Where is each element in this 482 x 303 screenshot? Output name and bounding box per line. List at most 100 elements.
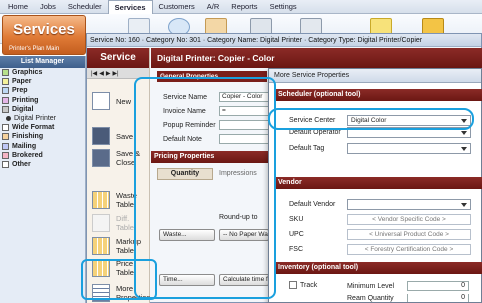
service-name-label: Service Name bbox=[163, 93, 207, 101]
first-record-icon[interactable]: |◀ bbox=[91, 70, 97, 77]
list-item[interactable]: Finishing bbox=[0, 132, 85, 141]
default-note-label: Default Note bbox=[163, 135, 202, 143]
track-row: Track bbox=[289, 281, 317, 289]
menu-jobs[interactable]: Jobs bbox=[34, 0, 62, 13]
menu-services[interactable]: Services bbox=[107, 0, 153, 14]
default-tag-dropdown[interactable] bbox=[347, 143, 471, 154]
list-item[interactable]: Printing bbox=[0, 96, 85, 105]
list-item-label: Finishing bbox=[12, 133, 44, 141]
table-icon bbox=[92, 191, 110, 209]
category-color-swatch bbox=[2, 133, 9, 141]
menu-scheduler[interactable]: Scheduler bbox=[62, 0, 108, 13]
waste-select[interactable]: -- No Paper Waste bbox=[219, 229, 269, 241]
scheduler-section-header: Scheduler (optional tool) bbox=[274, 89, 482, 101]
list-item-label: Brokered bbox=[12, 151, 43, 159]
category-color-swatch bbox=[2, 142, 9, 150]
save-close-label: Save & Close bbox=[116, 149, 141, 167]
service-detail-title: Digital Printer: Copier - Color bbox=[151, 48, 482, 68]
service-window-title: Service No: 160 · Category No: 301 · Cat… bbox=[87, 34, 481, 47]
chevron-down-icon bbox=[461, 147, 467, 151]
price-table-button[interactable]: Price Table bbox=[92, 259, 149, 277]
time-button[interactable]: Time... bbox=[159, 274, 215, 286]
list-item[interactable]: Paper bbox=[0, 77, 85, 86]
service-center-label: Service Center bbox=[289, 117, 336, 124]
category-color-swatch bbox=[2, 124, 9, 132]
list-item[interactable]: Prep bbox=[0, 86, 85, 95]
more-service-properties-dialog: More Service Properties Scheduler (optio… bbox=[268, 68, 482, 303]
upc-input[interactable]: < Universal Product Code > bbox=[347, 229, 471, 240]
new-button[interactable]: New bbox=[92, 92, 131, 110]
category-color-swatch bbox=[2, 87, 9, 95]
menu-ar[interactable]: A/R bbox=[201, 0, 226, 13]
service-center-dropdown[interactable]: Digital Color bbox=[347, 115, 471, 126]
service-center-value: Digital Color bbox=[351, 117, 387, 124]
sku-input[interactable]: < Vendor Specific Code > bbox=[347, 214, 471, 225]
list-item[interactable]: Digital bbox=[0, 105, 85, 114]
default-operator-label: Default Operator bbox=[289, 129, 341, 136]
popup-reminder-label: Popup Reminder bbox=[163, 121, 216, 129]
list-item[interactable]: Mailing bbox=[0, 142, 85, 151]
record-navigator: |◀ ◀ ▶ ▶| bbox=[87, 68, 149, 79]
bullet-icon bbox=[6, 116, 11, 122]
list-item[interactable]: Brokered bbox=[0, 151, 85, 160]
fsc-label: FSC bbox=[289, 246, 303, 253]
quantity-tab[interactable]: Quantity bbox=[157, 168, 213, 180]
default-tag-row: Default Tag bbox=[289, 143, 471, 154]
time-select[interactable]: Calculate time fro bbox=[219, 274, 269, 286]
fsc-row: FSC < Forestry Certification Code > bbox=[289, 244, 471, 255]
save-close-button[interactable]: Save & Close bbox=[92, 149, 150, 167]
category-color-swatch bbox=[2, 78, 9, 86]
markup-table-button[interactable]: Markup Table bbox=[92, 237, 149, 255]
default-operator-row: Default Operator bbox=[289, 127, 471, 138]
category-color-swatch bbox=[2, 96, 9, 104]
track-checkbox[interactable] bbox=[289, 281, 297, 289]
upc-row: UPC < Universal Product Code > bbox=[289, 229, 471, 240]
save-button-label: Save bbox=[116, 131, 134, 141]
minimum-level-input[interactable]: 0 bbox=[407, 281, 469, 291]
list-item-label: Paper bbox=[12, 78, 32, 86]
list-item[interactable]: Other bbox=[0, 160, 85, 169]
dialog-title: More Service Properties bbox=[269, 69, 481, 83]
ream-quantity-input[interactable]: 0 bbox=[407, 294, 469, 302]
menu-settings[interactable]: Settings bbox=[264, 0, 303, 13]
last-record-icon[interactable]: ▶| bbox=[112, 70, 118, 77]
chevron-down-icon bbox=[461, 131, 467, 135]
prev-record-icon[interactable]: ◀ bbox=[99, 70, 104, 77]
waste-button[interactable]: Waste... bbox=[159, 229, 215, 241]
properties-list-icon bbox=[92, 284, 110, 302]
default-operator-dropdown[interactable] bbox=[347, 127, 471, 138]
inventory-section-header: Inventory (optional tool) bbox=[274, 262, 482, 274]
menu-reports[interactable]: Reports bbox=[225, 0, 263, 13]
new-document-icon bbox=[92, 92, 110, 110]
list-subitem[interactable]: Digital Printer bbox=[0, 114, 85, 123]
waste-table-button[interactable]: Waste Table bbox=[92, 191, 149, 209]
table-icon bbox=[92, 214, 110, 232]
list-manager-title: List Manager bbox=[0, 56, 85, 68]
minimum-level-row: Minimum Level 0 bbox=[347, 281, 469, 291]
services-button[interactable]: Services Printer's Plan Main bbox=[2, 15, 86, 55]
fsc-input[interactable]: < Forestry Certification Code > bbox=[347, 244, 471, 255]
category-color-swatch bbox=[2, 151, 9, 159]
markup-table-label: Markup Table bbox=[116, 237, 142, 255]
save-button[interactable]: Save bbox=[92, 127, 133, 145]
service-side-panel: Service |◀ ◀ ▶ ▶| New Save Save & Close … bbox=[87, 48, 150, 303]
sku-row: SKU < Vendor Specific Code > bbox=[289, 214, 471, 225]
table-icon bbox=[92, 237, 110, 255]
list-item[interactable]: Wide Format bbox=[0, 123, 85, 132]
services-button-title: Services bbox=[13, 21, 75, 38]
menu-home[interactable]: Home bbox=[2, 0, 34, 13]
list-item[interactable]: Graphics bbox=[0, 68, 85, 77]
more-properties-button[interactable]: More Properties bbox=[92, 284, 150, 302]
more-properties-label: More Properties bbox=[116, 284, 151, 302]
menu-customers[interactable]: Customers bbox=[153, 0, 201, 13]
pricing-properties-header: Pricing Properties bbox=[151, 151, 271, 163]
service-panel-title: Service bbox=[87, 48, 149, 68]
default-vendor-dropdown[interactable] bbox=[347, 199, 471, 210]
next-record-icon[interactable]: ▶ bbox=[106, 70, 111, 77]
general-properties-tab[interactable]: General Properties bbox=[157, 71, 267, 82]
default-tag-label: Default Tag bbox=[289, 145, 325, 152]
category-color-swatch bbox=[2, 105, 9, 113]
list-item-label: Prep bbox=[12, 87, 28, 95]
category-color-swatch bbox=[2, 69, 9, 77]
invoice-name-label: Invoice Name bbox=[163, 107, 206, 115]
